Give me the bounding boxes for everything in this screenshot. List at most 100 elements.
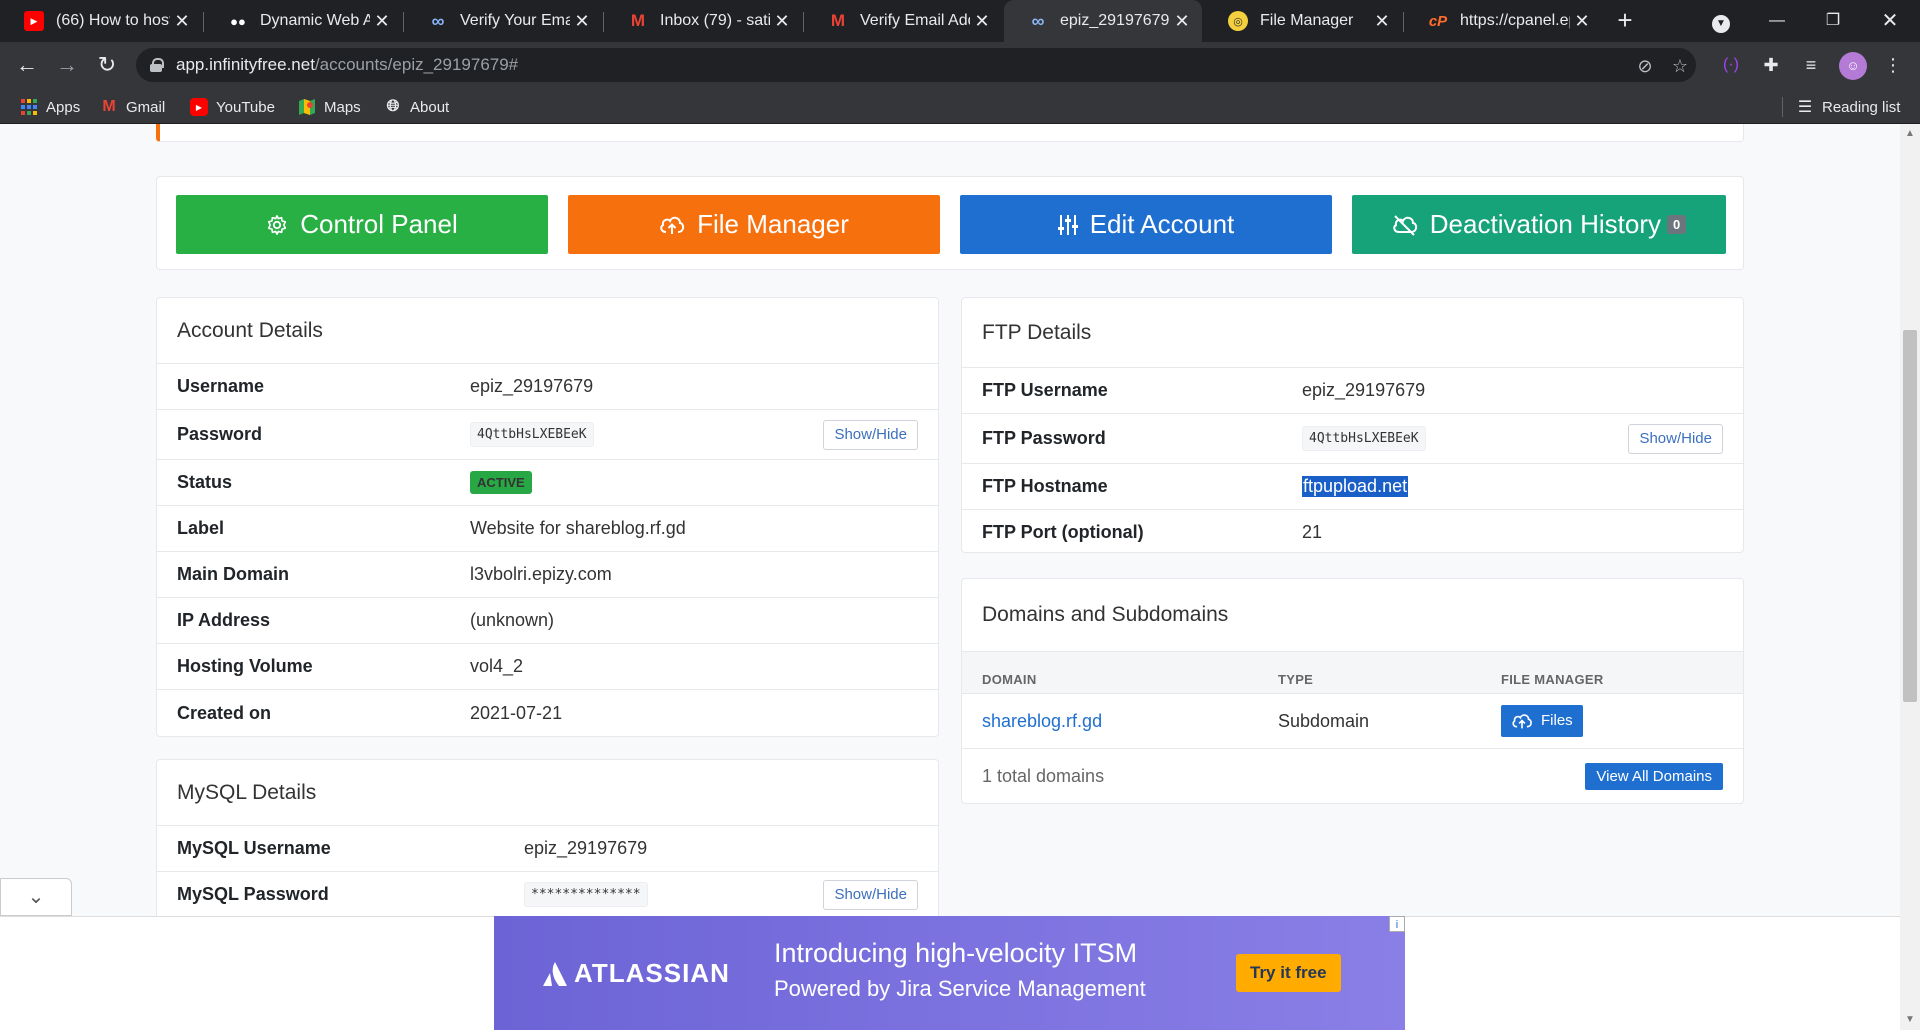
- row-label: Password: [177, 424, 263, 444]
- gmail-icon: M: [830, 11, 846, 30]
- browser-tab[interactable]: ∞ Verify Your Email A ✕: [404, 0, 602, 42]
- browser-tab[interactable]: ▶ (66) How to host a ✕: [0, 0, 202, 42]
- row-value: 2021-07-21: [470, 702, 563, 723]
- tab-title: epiz_29197679 (W: [1060, 12, 1170, 29]
- row-label: MySQL Username: [177, 838, 331, 858]
- profile-avatar[interactable]: ☺: [1839, 52, 1867, 80]
- tab-title: File Manager: [1260, 12, 1354, 29]
- tab-title: Verify Your Email A: [460, 12, 570, 29]
- password-show-hide-button[interactable]: Show/Hide: [823, 419, 918, 450]
- file-manager-button[interactable]: File Manager: [568, 195, 940, 254]
- lock-icon[interactable]: [150, 58, 164, 72]
- scroll-up-arrow[interactable]: ▲: [1904, 128, 1916, 139]
- browser-tab[interactable]: M Verify Email Addre ✕: [804, 0, 1002, 42]
- bookmark-apps[interactable]: Apps: [20, 96, 80, 118]
- cloud-upload-icon: [1512, 714, 1532, 729]
- ftp-details-title: FTP Details: [962, 298, 1743, 368]
- row-value: epiz_29197679: [524, 838, 648, 858]
- mysql-password-show-hide-button[interactable]: Show/Hide: [823, 879, 918, 910]
- row-label: FTP Port (optional): [982, 521, 1144, 542]
- close-tab-icon[interactable]: ✕: [1170, 11, 1194, 32]
- password-value: 4QttbHsLXEBEeK: [470, 422, 594, 447]
- ad-cta-button[interactable]: Try it free: [1236, 954, 1341, 992]
- close-tab-icon[interactable]: ✕: [1370, 11, 1394, 32]
- file-manager-label: File Manager: [697, 209, 849, 239]
- gear-icon: [268, 214, 287, 235]
- account-row-created-on: Created on 2021-07-21: [157, 690, 938, 736]
- row-label: Main Domain: [177, 564, 290, 584]
- bookmark-star-icon[interactable]: ☆: [1668, 56, 1692, 77]
- account-row-hosting-volume: Hosting Volume vol4_2: [157, 644, 938, 690]
- close-tab-icon[interactable]: ✕: [570, 11, 594, 32]
- control-panel-button[interactable]: Control Panel: [176, 195, 548, 254]
- view-all-domains-button[interactable]: View All Domains: [1585, 762, 1723, 790]
- files-button[interactable]: Files: [1501, 705, 1583, 737]
- close-tab-icon[interactable]: ✕: [370, 11, 394, 32]
- deactivation-history-button[interactable]: Deactivation History 0: [1352, 195, 1726, 254]
- bookmarks-bar: Apps M Gmail ▶ YouTube Maps 🌐︎ About ☰ R…: [0, 88, 1920, 124]
- restore-icon[interactable]: ❐: [1809, 0, 1857, 42]
- reading-list[interactable]: ☰ Reading list: [1796, 96, 1901, 118]
- ftp-hostname-selected-text[interactable]: ftpupload.net: [1302, 476, 1409, 497]
- browser-tab-active[interactable]: ∞ epiz_29197679 (W ✕: [1004, 0, 1202, 42]
- close-tab-icon[interactable]: ✕: [1570, 11, 1594, 32]
- top-card-remnant: [156, 124, 1744, 142]
- bookmark-label: YouTube: [216, 98, 275, 116]
- collapse-ad-button[interactable]: ⌄: [0, 878, 72, 916]
- close-tab-icon[interactable]: ✕: [770, 11, 794, 32]
- ftp-row-port: FTP Port (optional) 21: [962, 510, 1743, 554]
- account-row-status: Status ACTIVE: [157, 460, 938, 506]
- puzzle-icon[interactable]: ✚: [1758, 52, 1784, 78]
- mysql-row-password: MySQL Password ************** Show/Hide: [157, 872, 938, 916]
- media-control-icon[interactable]: ≡: [1798, 52, 1824, 78]
- browser-tab[interactable]: M Inbox (79) - satish ✕: [604, 0, 802, 42]
- domain-type: Subdomain: [1278, 710, 1370, 731]
- extension-icon[interactable]: (·): [1718, 52, 1744, 78]
- bookmark-maps[interactable]: Maps: [298, 96, 361, 118]
- back-icon[interactable]: ←: [12, 50, 42, 80]
- bookmark-youtube[interactable]: ▶ YouTube: [190, 96, 275, 118]
- atlassian-ad[interactable]: i ATLASSIAN Introducing high-velocity IT…: [494, 916, 1405, 1030]
- browser-tab[interactable]: ◎ File Manager ✕: [1204, 0, 1402, 42]
- menu-kebab-icon[interactable]: ⋮: [1880, 52, 1906, 78]
- row-value: l3vbolri.epizy.com: [470, 564, 612, 584]
- forward-icon[interactable]: →: [52, 50, 82, 80]
- infinity-icon: ∞: [431, 10, 445, 31]
- close-window-icon[interactable]: ✕: [1866, 0, 1914, 42]
- mysql-details-title: MySQL Details: [157, 760, 938, 826]
- tab-title: Verify Email Addre: [860, 12, 970, 29]
- tab-title: Dynamic Web App: [260, 12, 370, 29]
- ad-info-icon[interactable]: i: [1389, 916, 1405, 932]
- reload-icon[interactable]: ↻: [92, 50, 122, 80]
- bookmark-label: Maps: [324, 98, 361, 116]
- domains-footer: 1 total domains View All Domains: [962, 749, 1743, 803]
- tab-search-icon[interactable]: ▼: [1697, 0, 1745, 42]
- account-row-password: Password 4QttbHsLXEBEeK Show/Hide: [157, 410, 938, 460]
- edit-account-button[interactable]: Edit Account: [960, 195, 1332, 254]
- atlassian-logo: ATLASSIAN: [542, 958, 730, 989]
- gmail-icon: M: [630, 11, 646, 30]
- minimize-icon[interactable]: —: [1753, 0, 1801, 42]
- bookmark-gmail[interactable]: M Gmail: [100, 96, 165, 118]
- ftp-password-show-hide-button[interactable]: Show/Hide: [1628, 423, 1723, 454]
- new-tab-button[interactable]: +: [1610, 6, 1640, 36]
- domains-title: Domains and Subdomains: [962, 579, 1743, 652]
- row-value: 21: [1302, 521, 1323, 542]
- account-row-username: Username epiz_29197679: [157, 364, 938, 410]
- ad-subline: Powered by Jira Service Management: [774, 976, 1146, 1001]
- close-tab-icon[interactable]: ✕: [170, 11, 194, 32]
- youtube-icon: ▶: [190, 98, 208, 116]
- domain-link[interactable]: shareblog.rf.gd: [982, 711, 1102, 732]
- row-label: FTP Username: [982, 380, 1108, 400]
- scrollbar-thumb[interactable]: [1903, 330, 1917, 702]
- browser-tab[interactable]: cP https://cpanel.epi ✕: [1404, 0, 1602, 42]
- tracking-blocked-icon[interactable]: ⊘: [1633, 56, 1657, 77]
- scroll-down-arrow[interactable]: ▼: [1904, 1014, 1916, 1025]
- status-badge: ACTIVE: [470, 471, 532, 494]
- close-tab-icon[interactable]: ✕: [970, 11, 994, 32]
- address-bar[interactable]: app.infinityfree.net/accounts/epiz_29197…: [136, 48, 1696, 82]
- action-buttons-card: Control Panel File Manager Edit Account …: [156, 176, 1744, 270]
- browser-tab[interactable]: ●● Dynamic Web App ✕: [204, 0, 402, 42]
- row-label: Created on: [177, 702, 272, 723]
- bookmark-about[interactable]: 🌐︎ About: [384, 96, 450, 118]
